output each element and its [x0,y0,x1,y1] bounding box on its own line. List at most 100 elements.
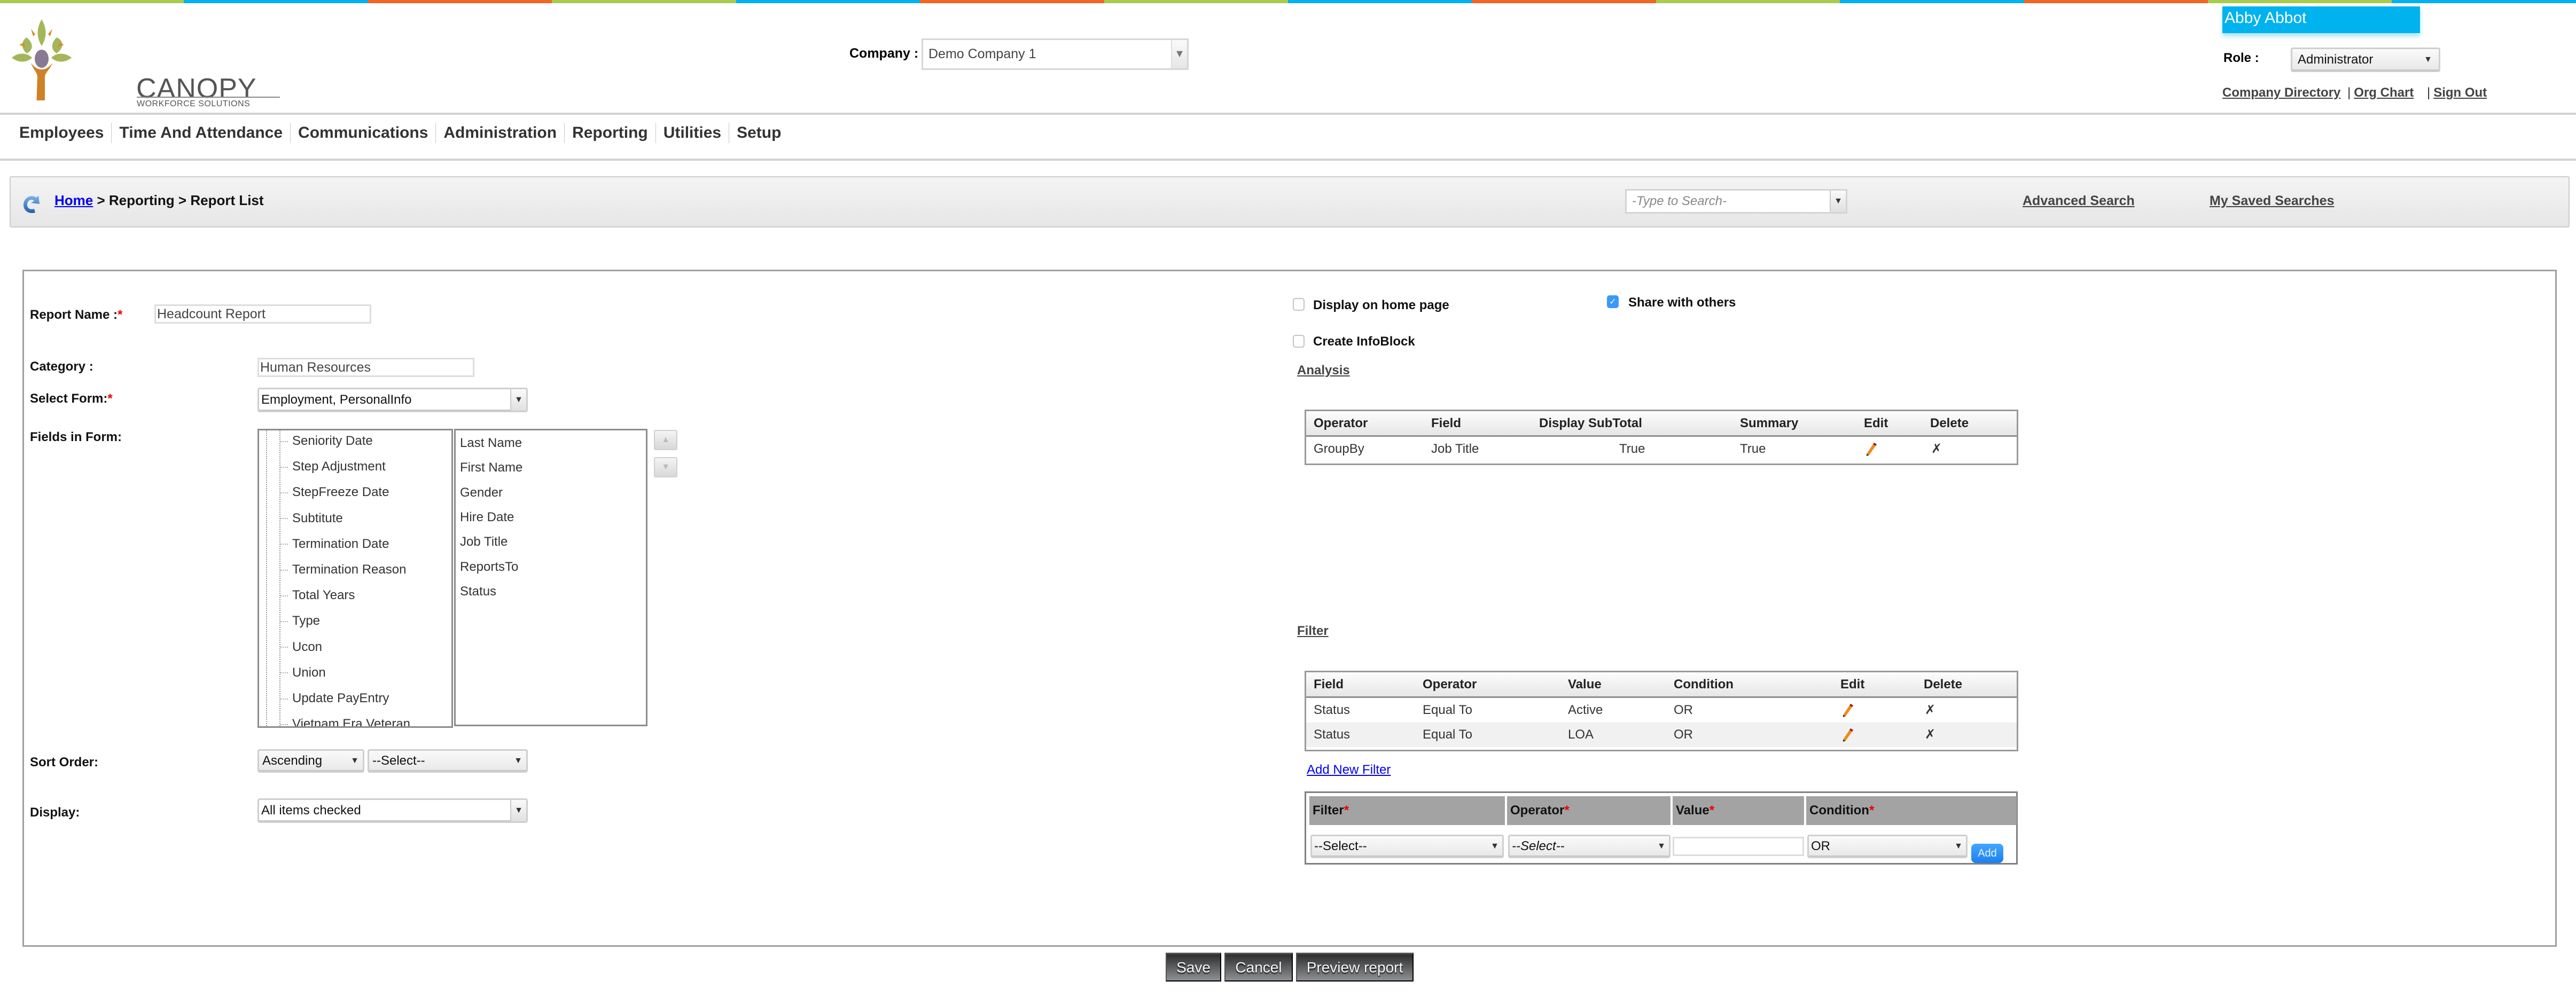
selected-field-item[interactable]: Last Name [460,436,522,451]
company-directory-link[interactable]: Company Directory [2222,85,2340,100]
sort-field-select[interactable]: --Select-- ▼ [368,749,528,773]
role-select-value: Administrator [2298,52,2374,67]
create-infoblock-checkbox[interactable] [1293,335,1305,348]
stripe-segment [1840,0,2024,3]
nav-time-and-attendance[interactable]: Time And Attendance [112,123,291,143]
delete-x-icon[interactable]: ✗ [1931,442,1942,457]
breadcrumb-home-link[interactable]: Home [54,192,93,208]
available-field-item[interactable]: StepFreeze Date [280,485,389,500]
available-field-item[interactable]: Ucon [280,640,322,655]
available-field-item[interactable]: Vietnam Era Veteran [280,717,410,726]
new-filter-condition-value: OR [1811,839,1830,853]
selected-field-item[interactable]: Hire Date [460,510,514,525]
available-field-item[interactable]: Update PayEntry [280,691,389,706]
table-row: GroupBy Job Title True True ✗ [1306,437,2017,461]
canopy-logo[interactable]: CANOPY WORKFORCE SOLUTIONS [11,10,280,108]
move-down-button[interactable]: ▼ [654,457,677,477]
nav-utilities[interactable]: Utilities [656,123,730,143]
selected-fields-list[interactable]: Last Name First Name Gender Hire Date Job Ti… [454,429,647,726]
available-field-item[interactable]: Total Years [280,588,355,603]
advanced-search-link[interactable]: Advanced Search [2023,193,2135,209]
selected-field-item[interactable]: First Name [460,460,522,475]
add-filter-button[interactable]: Add [1971,844,2003,863]
nav-communications[interactable]: Communications [291,123,436,143]
col-value: Value [1568,677,1602,692]
display-label: Display: [30,805,80,820]
nav-administration[interactable]: Administration [436,123,565,143]
add-new-filter-link[interactable]: Add New Filter [1307,763,1391,778]
stripe-segment [2024,0,2208,3]
cancel-button[interactable]: Cancel [1224,953,1293,982]
sign-out-link[interactable]: Sign Out [2433,85,2487,100]
role-select[interactable]: Administrator ▼ [2291,48,2440,72]
selected-field-item[interactable]: Job Title [460,535,508,549]
available-fields-tree[interactable]: Seniority Date Step Adjustment StepFreeze … [257,429,453,728]
refresh-icon[interactable] [20,191,43,216]
new-filter-condition-select[interactable]: OR ▼ [1807,835,1968,858]
display-on-home-checkbox[interactable] [1293,298,1305,311]
new-filter-field-select[interactable]: --Select-- ▼ [1310,835,1504,858]
selected-field-item[interactable]: Status [460,584,496,599]
category-input[interactable]: Human Resources [257,358,474,377]
sort-direction-select[interactable]: Ascending ▼ [257,749,364,773]
col-display-subtotal: Display SubTotal [1539,415,1642,430]
available-field-item[interactable]: Termination Reason [280,562,406,577]
main-nav: Employees Time And Attendance Communicat… [12,123,789,143]
edit-button[interactable] [1840,727,1855,745]
nav-employees[interactable]: Employees [12,123,112,143]
chevron-down-icon: ▼ [1657,842,1666,851]
available-field-item[interactable]: Type [280,614,320,629]
available-field-item[interactable]: Subtitute [280,511,343,526]
nav-setup[interactable]: Setup [729,123,789,143]
report-name-label: Report Name :* [30,308,123,322]
cell-operator: Equal To [1423,727,1472,742]
delete-x-icon[interactable]: ✗ [1925,703,1935,718]
new-filter-field-value: --Select-- [1314,839,1367,853]
selected-field-item[interactable]: ReportsTo [460,560,518,575]
delete-x-icon[interactable]: ✗ [1925,727,1935,742]
search-combobox[interactable]: -Type to Search- ▼ [1625,189,1847,214]
cell-field: Job Title [1431,442,1479,456]
available-field-item[interactable]: Seniority Date [280,434,373,449]
org-chart-link[interactable]: Org Chart [2354,85,2414,100]
breadcrumb-page: Report List [190,192,264,208]
analysis-table-header: Operator Field Display SubTotal Summary … [1306,411,2017,437]
new-filter-operator-select[interactable]: --Select-- ▼ [1508,835,1671,858]
analysis-section-link[interactable]: Analysis [1297,363,1350,378]
stripe-segment [552,0,736,3]
stripe-segment [736,0,920,3]
col-condition: Condition [1674,677,1734,692]
user-name-badge[interactable]: Abby Abbot [2222,6,2420,33]
sort-direction-value: Ascending [262,753,323,768]
new-filter-value-input[interactable] [1673,837,1804,856]
filter-table: Field Operator Value Condition Edit Dele… [1305,671,2018,751]
cell-field: Status [1314,703,1351,717]
filter-table-header: Field Operator Value Condition Edit Dele… [1306,672,2017,698]
my-saved-searches-link[interactable]: My Saved Searches [2210,193,2334,209]
stripe-segment [1656,0,1840,3]
edit-button[interactable] [1840,702,1855,721]
edit-button[interactable] [1864,441,1879,460]
preview-report-button[interactable]: Preview report [1296,953,1414,982]
filter-section-link[interactable]: Filter [1297,624,1329,639]
nav-reporting[interactable]: Reporting [565,123,656,143]
available-field-item[interactable]: Termination Date [280,537,389,552]
col-field: Field [1431,415,1462,430]
save-button[interactable]: Save [1166,953,1221,982]
cell-operator: Equal To [1423,703,1472,717]
report-name-input[interactable]: Headcount Report [154,304,371,324]
share-with-others-checkbox[interactable]: ✓ [1607,295,1619,308]
cell-field: Status [1314,727,1351,742]
sort-order-label: Sort Order: [30,755,99,770]
stripe-segment [184,0,368,3]
top-color-stripe [0,0,2576,3]
move-up-button[interactable]: ▲ [654,430,677,450]
available-field-item[interactable]: Step Adjustment [280,459,386,474]
available-field-item[interactable]: Union [280,665,326,680]
selected-field-item[interactable]: Gender [460,485,503,500]
link-separator: | [2347,85,2351,100]
role-label: Role : [2223,51,2259,65]
display-select[interactable]: All items checked ▼ [257,798,528,823]
company-select[interactable]: Demo Company 1 ▼ [922,38,1189,70]
select-form-dropdown[interactable]: Employment, PersonalInfo ▼ [257,388,528,412]
